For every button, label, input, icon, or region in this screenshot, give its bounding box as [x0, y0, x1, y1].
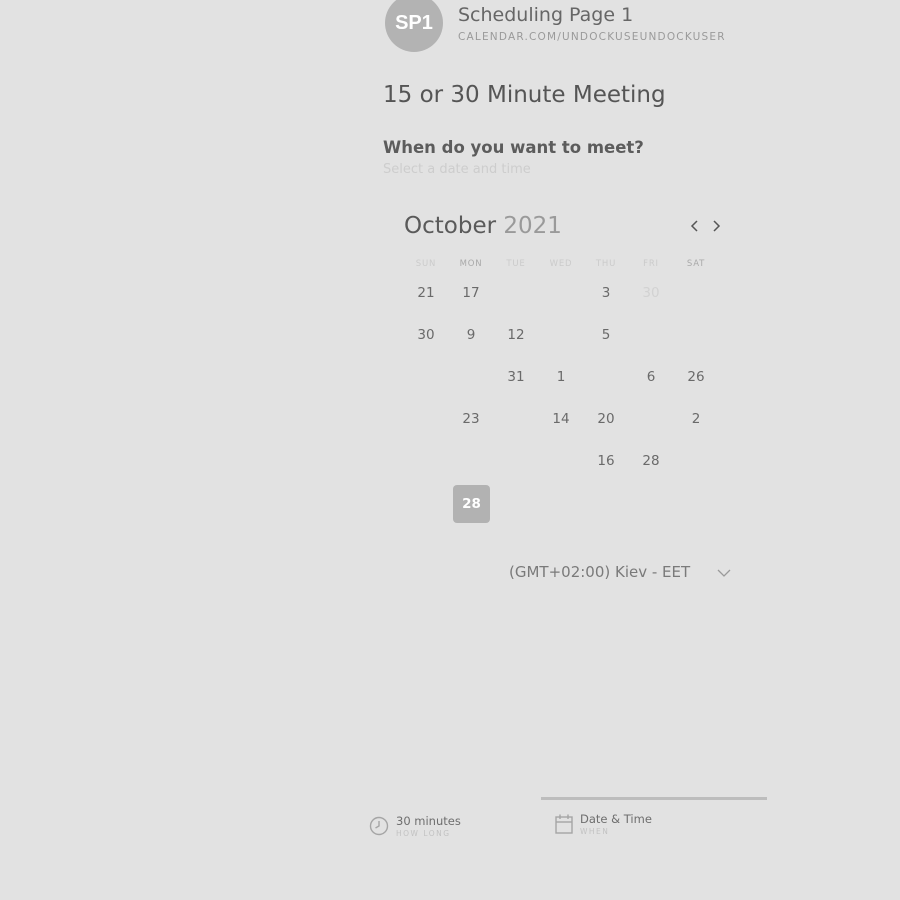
- calendar-day[interactable]: 20: [586, 400, 626, 438]
- chevron-right-icon: [713, 220, 721, 232]
- weekday-fri: FRI: [643, 259, 659, 269]
- calendar-day[interactable]: 28: [631, 442, 671, 480]
- meeting-title: 15 or 30 Minute Meeting: [383, 82, 666, 108]
- calendar-day[interactable]: 30: [406, 316, 446, 354]
- weekday-sun: SUN: [415, 259, 437, 269]
- calendar-day[interactable]: 3: [586, 274, 626, 312]
- previous-month-button[interactable]: [685, 216, 705, 236]
- calendar-day[interactable]: 17: [451, 274, 491, 312]
- avatar: SP1: [385, 0, 443, 52]
- timezone-select[interactable]: (GMT+02:00) Kiev - EET: [509, 563, 690, 581]
- calendar-day[interactable]: 23: [451, 400, 491, 438]
- calendar-day[interactable]: 31: [496, 358, 536, 396]
- calendar-day[interactable]: 2: [676, 400, 716, 438]
- weekday-sat: SAT: [686, 259, 706, 269]
- calendar-day[interactable]: 30: [631, 274, 671, 312]
- scheduling-page-name: Scheduling Page 1: [458, 4, 634, 26]
- calendar-day-selected[interactable]: 28: [453, 485, 490, 523]
- meeting-hint: Select a date and time: [383, 162, 531, 177]
- chevron-down-icon[interactable]: [716, 566, 732, 580]
- step-datetime-label: WHEN: [580, 827, 610, 836]
- calendar-day[interactable]: 16: [586, 442, 626, 480]
- calendar-day[interactable]: 21: [406, 274, 446, 312]
- weekday-thu: THU: [595, 259, 617, 269]
- clock-icon: [368, 815, 390, 837]
- calendar-day[interactable]: 14: [541, 400, 581, 438]
- meeting-question: When do you want to meet?: [383, 138, 644, 157]
- step-duration-label: HOW LONG: [396, 829, 451, 838]
- weekday-tue: TUE: [506, 259, 526, 269]
- active-step-indicator: [541, 797, 767, 800]
- step-duration-title[interactable]: 30 minutes: [396, 814, 461, 828]
- calendar-month: October: [404, 213, 497, 239]
- calendar-month-title: October 2021: [404, 213, 562, 239]
- calendar-day[interactable]: 9: [451, 316, 491, 354]
- weekday-wed: WED: [549, 259, 573, 269]
- chevron-left-icon: [690, 220, 698, 232]
- step-datetime-title[interactable]: Date & Time: [580, 812, 652, 826]
- weekday-mon: MON: [459, 259, 483, 269]
- calendar-icon: [554, 813, 574, 835]
- calendar-year: 2021: [503, 213, 562, 239]
- next-month-button[interactable]: [706, 216, 726, 236]
- calendar-day[interactable]: 5: [586, 316, 626, 354]
- calendar-day[interactable]: 26: [676, 358, 716, 396]
- calendar-day[interactable]: 1: [541, 358, 581, 396]
- calendar-day[interactable]: 6: [631, 358, 671, 396]
- calendar-day[interactable]: 12: [496, 316, 536, 354]
- scheduling-page-url[interactable]: CALENDAR.COM/UNDOCKUSEUNDOCKUSER: [458, 31, 726, 43]
